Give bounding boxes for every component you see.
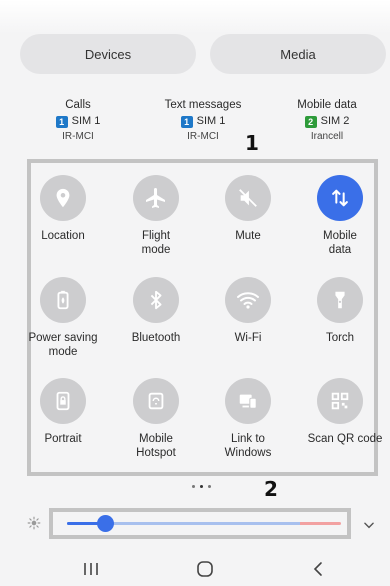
tile-torch[interactable]: Torch	[294, 277, 386, 345]
home-icon[interactable]	[196, 561, 214, 582]
tile-bluetooth[interactable]: Bluetooth	[110, 277, 202, 345]
navigation-bar	[0, 553, 390, 586]
tile-mobile-hotspot[interactable]: Mobile Hotspot	[110, 378, 202, 460]
torch-icon	[317, 277, 363, 323]
chevron-down-icon[interactable]	[362, 518, 376, 537]
mobile-data-sim-info[interactable]: Mobile data 2 SIM 2 Irancell	[267, 97, 387, 144]
tile-portrait-label: Portrait	[44, 433, 82, 445]
tile-mobile-hotspot-label: Mobile Hotspot	[136, 433, 176, 459]
recents-icon[interactable]	[82, 561, 100, 582]
tile-bluetooth-label: Bluetooth	[131, 332, 181, 344]
tile-portrait[interactable]: Portrait	[17, 378, 109, 446]
tile-mute[interactable]: Mute	[202, 175, 294, 243]
sim2-badge-icon: 2	[304, 115, 317, 128]
portrait-lock-icon	[40, 378, 86, 424]
tile-wifi[interactable]: Wi-Fi	[202, 277, 294, 345]
devices-button[interactable]: Devices	[20, 34, 196, 74]
tile-flight-mode-label: Flight mode	[141, 230, 171, 256]
tile-mobile-data-label: Mobile data	[323, 230, 357, 256]
page-dot	[208, 485, 211, 488]
brightness-slider-thumb[interactable]	[97, 515, 115, 532]
tile-location-label: Location	[41, 230, 85, 242]
location-pin-icon	[40, 175, 86, 221]
link-to-windows-icon	[225, 378, 271, 424]
back-icon[interactable]	[311, 561, 325, 582]
annotation-2: 2	[264, 477, 278, 501]
hotspot-icon	[133, 378, 179, 424]
calls-carrier: IR-MCI	[62, 131, 94, 142]
mobile-data-sim: 2 SIM 2	[267, 113, 387, 130]
data-arrows-icon	[317, 175, 363, 221]
mobile-data-sim-label: SIM 2	[320, 115, 350, 127]
tile-location[interactable]: Location	[17, 175, 109, 243]
calls-sim: 1 SIM 1	[18, 113, 138, 130]
brightness-sun-icon	[27, 516, 41, 535]
tile-scan-qr-label: Scan QR code	[307, 433, 383, 445]
qr-code-icon	[317, 378, 363, 424]
media-button[interactable]: Media	[210, 34, 386, 74]
tile-wifi-label: Wi-Fi	[234, 332, 262, 344]
tile-power-saving[interactable]: Power saving mode	[17, 277, 109, 359]
tile-link-to-windows[interactable]: Link to Windows	[202, 378, 294, 460]
tile-mobile-data[interactable]: Mobile data	[294, 175, 386, 257]
bluetooth-icon	[133, 277, 179, 323]
tile-mute-label: Mute	[235, 230, 261, 242]
wifi-icon	[225, 277, 271, 323]
sim1-badge-icon: 1	[180, 115, 193, 128]
tile-torch-label: Torch	[325, 332, 355, 344]
mobile-data-title: Mobile data	[297, 99, 357, 111]
tile-flight-mode[interactable]: Flight mode	[110, 175, 202, 257]
tile-power-saving-label: Power saving mode	[28, 332, 98, 358]
calls-sim-info[interactable]: Calls 1 SIM 1 IR-MCI	[18, 97, 138, 144]
brightness-highlight-frame	[49, 508, 351, 539]
calls-title: Calls	[65, 99, 91, 111]
page-dot-active	[200, 485, 203, 488]
top-fade	[0, 0, 390, 34]
airplane-icon	[133, 175, 179, 221]
sim1-badge-icon: 1	[55, 115, 68, 128]
page-dot	[192, 485, 195, 488]
mute-icon	[225, 175, 271, 221]
calls-sim-label: SIM 1	[71, 115, 101, 127]
annotation-1: 1	[245, 131, 259, 155]
battery-saver-icon	[40, 277, 86, 323]
text-messages-sim: 1 SIM 1	[143, 113, 263, 130]
page-indicator[interactable]	[192, 485, 211, 488]
text-messages-sim-label: SIM 1	[196, 115, 226, 127]
mobile-data-carrier: Irancell	[310, 131, 344, 142]
tile-link-to-windows-label: Link to Windows	[224, 433, 272, 459]
text-messages-title: Text messages	[164, 99, 242, 111]
tile-scan-qr[interactable]: Scan QR code	[294, 378, 386, 446]
